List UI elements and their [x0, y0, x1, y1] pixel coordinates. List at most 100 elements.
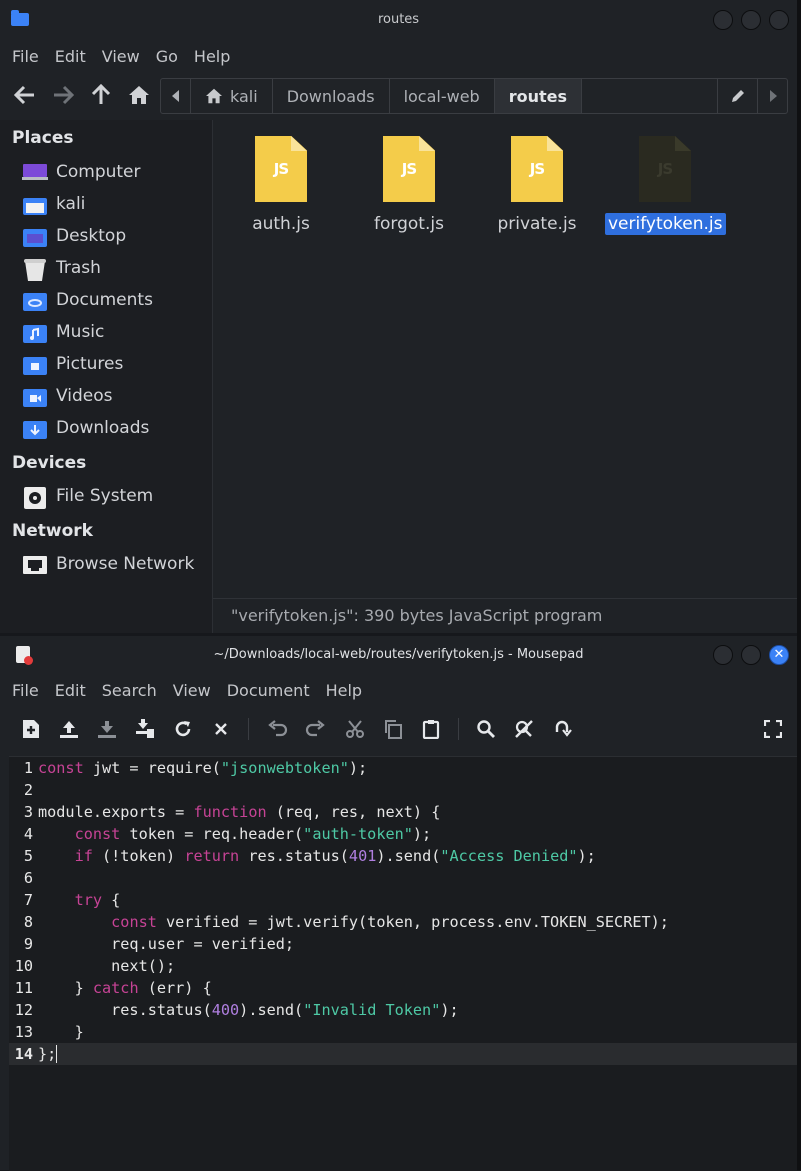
- sidebar-item-pictures[interactable]: Pictures: [22, 350, 207, 378]
- menu-edit[interactable]: Edit: [47, 681, 94, 700]
- path-segment-label: kali: [230, 86, 258, 106]
- file-item-auth-js[interactable]: JS auth.js: [221, 136, 341, 235]
- text-cursor: [56, 1045, 58, 1064]
- path-segment-local-web[interactable]: local-web: [390, 79, 495, 113]
- network-icon: [22, 554, 48, 574]
- go-to-line-icon[interactable]: [549, 716, 575, 742]
- code-text: const token = req.header("auth-token");: [74, 825, 432, 843]
- file-manager-titlebar: routes: [0, 0, 797, 40]
- desktop-folder-icon: [22, 226, 48, 247]
- menu-view[interactable]: View: [165, 681, 219, 700]
- maximize-button[interactable]: [741, 645, 761, 665]
- line-number: 2: [23, 781, 33, 799]
- code-line: 5 if (!token) return res.status(401).sen…: [9, 845, 797, 867]
- status-bar: "verifytoken.js": 390 bytes JavaScript p…: [213, 598, 797, 633]
- code-editor[interactable]: 1 const jwt = require("jsonwebtoken"); 2 …: [9, 756, 797, 1171]
- path-segment-routes[interactable]: routes: [494, 79, 582, 113]
- home-icon[interactable]: [126, 82, 152, 108]
- code-text: try {: [74, 891, 121, 909]
- maximize-button[interactable]: [741, 10, 761, 30]
- code-line: 13 }: [9, 1021, 797, 1043]
- code-text: res.status(400).send("Invalid Token");: [38, 1001, 459, 1019]
- path-scroll-right-icon[interactable]: [757, 79, 787, 113]
- menu-help[interactable]: Help: [318, 681, 370, 700]
- sidebar-item-desktop[interactable]: Desktop: [22, 222, 207, 250]
- copy-icon[interactable]: [380, 716, 406, 742]
- line-number: 14: [14, 1045, 33, 1063]
- path-segment-kali[interactable]: kali: [191, 79, 273, 113]
- file-name: auth.js: [252, 214, 310, 234]
- sidebar-item-videos[interactable]: Videos: [22, 382, 207, 410]
- mousepad-window: ~/Downloads/local-web/routes/verifytoken…: [0, 636, 797, 1171]
- cut-scissors-icon[interactable]: [342, 716, 368, 742]
- sidebar-item-trash[interactable]: Trash: [22, 254, 207, 282]
- path-scroll-left-icon[interactable]: [161, 79, 191, 113]
- code-line: 7 try {: [9, 889, 797, 911]
- edit-location-pencil-icon[interactable]: [717, 79, 757, 113]
- close-button[interactable]: ✕: [769, 645, 789, 665]
- paste-clipboard-icon[interactable]: [418, 716, 444, 742]
- sidebar-item-label: File System: [56, 486, 154, 506]
- code-line: 2: [9, 779, 797, 801]
- menu-file[interactable]: File: [4, 47, 47, 66]
- save-download-icon[interactable]: [94, 716, 120, 742]
- close-button[interactable]: [769, 10, 789, 30]
- fullscreen-icon[interactable]: [760, 716, 786, 742]
- line-number: 12: [14, 1001, 33, 1019]
- menu-file[interactable]: File: [4, 681, 47, 700]
- sidebar: Places Computer kali Desktop Trash Docum…: [0, 120, 213, 633]
- path-segment-downloads[interactable]: Downloads: [273, 79, 390, 113]
- minimize-button[interactable]: [713, 10, 733, 30]
- code-text: next();: [38, 957, 176, 975]
- sidebar-item-documents[interactable]: Documents: [22, 286, 207, 314]
- line-number: 7: [23, 891, 33, 909]
- videos-folder-icon: [22, 386, 48, 407]
- code-line: 8 const verified = jwt.verify(token, pro…: [9, 911, 797, 933]
- file-item-forgot-js[interactable]: JS forgot.js: [349, 136, 469, 235]
- line-number: 8: [23, 913, 33, 931]
- menu-edit[interactable]: Edit: [47, 47, 94, 66]
- sidebar-item-label: Computer: [56, 162, 141, 182]
- javascript-file-icon: JS: [639, 136, 691, 202]
- redo-icon[interactable]: [302, 716, 328, 742]
- up-arrow-icon[interactable]: [88, 82, 114, 108]
- code-text: const verified = jwt.verify(token, proce…: [111, 913, 669, 931]
- window-title: ~/Downloads/local-web/routes/verifytoken…: [213, 647, 584, 662]
- minimize-button[interactable]: [713, 645, 733, 665]
- line-number: 4: [23, 825, 33, 843]
- close-document-icon[interactable]: [208, 716, 234, 742]
- menu-help[interactable]: Help: [186, 47, 238, 66]
- forward-arrow-icon[interactable]: [50, 82, 76, 108]
- drive-icon: [22, 486, 48, 509]
- file-item-verifytoken-js[interactable]: JS verifytoken.js: [605, 136, 726, 235]
- file-item-private-js[interactable]: JS private.js: [477, 136, 597, 235]
- documents-folder-icon: [22, 290, 48, 311]
- menu-search[interactable]: Search: [94, 681, 165, 700]
- menu-document[interactable]: Document: [219, 681, 318, 700]
- sidebar-item-music[interactable]: Music: [22, 318, 207, 346]
- open-upload-icon[interactable]: [56, 716, 82, 742]
- back-arrow-icon[interactable]: [12, 82, 38, 108]
- pictures-folder-icon: [22, 354, 48, 375]
- file-manager-window: routes File Edit View Go Help kali Downl…: [0, 0, 797, 633]
- find-replace-icon[interactable]: [511, 716, 537, 742]
- reload-icon[interactable]: [170, 716, 196, 742]
- sidebar-item-label: Desktop: [56, 226, 127, 246]
- save-as-icon[interactable]: [132, 716, 158, 742]
- sidebar-item-label: Videos: [56, 386, 113, 406]
- sidebar-item-downloads[interactable]: Downloads: [22, 414, 207, 442]
- menu-go[interactable]: Go: [148, 47, 186, 66]
- window-title: routes: [377, 12, 420, 27]
- sidebar-item-computer[interactable]: Computer: [22, 158, 207, 186]
- sidebar-item-kali[interactable]: kali: [22, 190, 207, 218]
- sidebar-item-browse-network[interactable]: Browse Network: [22, 550, 207, 578]
- sidebar-item-file-system[interactable]: File System: [22, 482, 207, 510]
- toolbar-separator: [248, 718, 249, 740]
- new-document-icon[interactable]: [18, 716, 44, 742]
- menu-view[interactable]: View: [94, 47, 148, 66]
- code-text: const jwt = require("jsonwebtoken");: [38, 759, 368, 777]
- mousepad-titlebar: ~/Downloads/local-web/routes/verifytoken…: [0, 636, 797, 674]
- undo-icon[interactable]: [265, 716, 291, 742]
- code-line-current: 14};: [9, 1043, 797, 1065]
- search-icon[interactable]: [473, 716, 499, 742]
